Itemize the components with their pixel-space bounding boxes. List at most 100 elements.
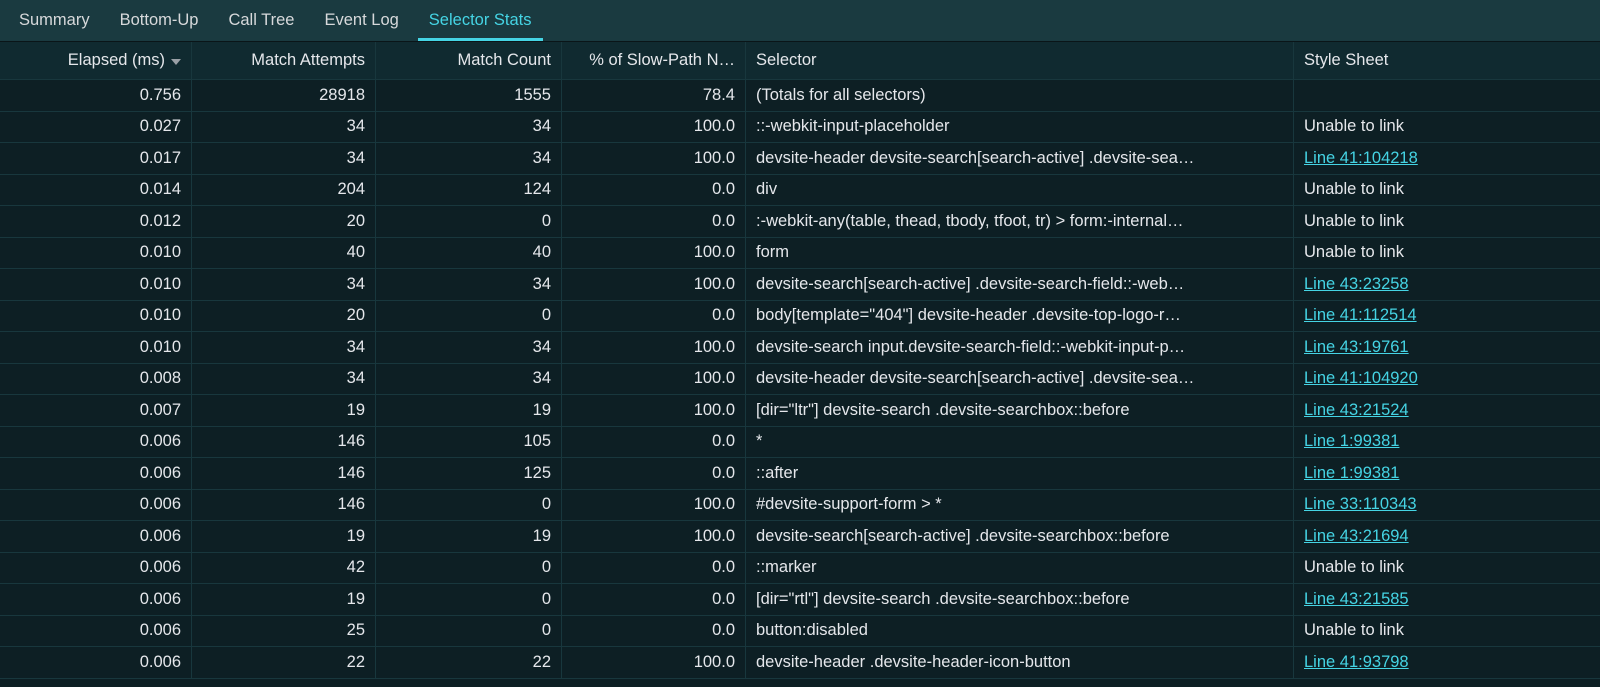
cell-elapsed-value: 0.007 [140, 401, 181, 420]
tab-label: Bottom-Up [120, 11, 199, 30]
cell-attempts: 146 [192, 490, 376, 522]
cell-selector: div [746, 175, 1294, 207]
cell-stylesheet: Line 43:21585 [1294, 584, 1600, 616]
stylesheet-link[interactable]: Line 33:110343 [1304, 495, 1417, 514]
cell-attempts: 34 [192, 364, 376, 396]
cell-slow: 78.4 [562, 80, 746, 112]
cell-slow: 100.0 [562, 364, 746, 396]
cell-selector-value: * [756, 432, 762, 451]
sort-descending-icon [171, 59, 181, 65]
table-row[interactable]: 0.0071919100.0[dir="ltr"] devsite-search… [0, 395, 1600, 427]
cell-count: 0 [376, 301, 562, 333]
cell-selector-value: devsite-search[search-active] .devsite-s… [756, 275, 1184, 294]
table-row[interactable]: 0.0061460100.0#devsite-support-form > *L… [0, 490, 1600, 522]
cell-stylesheet: Line 41:93798 [1294, 647, 1600, 679]
table-row[interactable]: 0.0122000.0:-webkit-any(table, thead, tb… [0, 206, 1600, 238]
cell-attempts-value: 146 [337, 464, 365, 483]
cell-selector: devsite-search input.devsite-search-fiel… [746, 332, 1294, 364]
cell-selector: (Totals for all selectors) [746, 80, 1294, 112]
cell-attempts: 146 [192, 427, 376, 459]
cell-count-value: 0 [542, 306, 551, 325]
stylesheet-link[interactable]: Line 41:112514 [1304, 306, 1417, 325]
tab-event-log[interactable]: Event Log [309, 0, 413, 41]
table-row[interactable]: 0.0062222100.0devsite-header .devsite-he… [0, 647, 1600, 679]
cell-count: 40 [376, 238, 562, 270]
cell-slow-value: 100.0 [694, 149, 735, 168]
cell-selector-value: body[template="404"] devsite-header .dev… [756, 306, 1181, 325]
column-header-sheet[interactable]: Style Sheet [1294, 42, 1600, 80]
cell-count-value: 0 [542, 590, 551, 609]
cell-selector: devsite-header devsite-search[search-act… [746, 364, 1294, 396]
cell-stylesheet: Unable to link [1294, 238, 1600, 270]
cell-selector-value: #devsite-support-form > * [756, 495, 942, 514]
stylesheet-link[interactable]: Line 41:104920 [1304, 369, 1418, 388]
column-header-slow[interactable]: % of Slow-Path N… [562, 42, 746, 80]
cell-elapsed: 0.007 [0, 395, 192, 427]
table-row[interactable]: 0.0083434100.0devsite-header devsite-sea… [0, 364, 1600, 396]
tab-label: Event Log [324, 11, 398, 30]
cell-count-value: 19 [533, 527, 551, 546]
column-header-count[interactable]: Match Count [376, 42, 562, 80]
cell-attempts: 19 [192, 521, 376, 553]
table-row[interactable]: 0.0062500.0button:disabledUnable to link [0, 616, 1600, 648]
cell-elapsed-value: 0.006 [140, 527, 181, 546]
cell-elapsed: 0.006 [0, 553, 192, 585]
cell-selector: devsite-header devsite-search[search-act… [746, 143, 1294, 175]
table-row[interactable]: 0.0102000.0body[template="404"] devsite-… [0, 301, 1600, 333]
cell-count-value: 105 [523, 432, 551, 451]
column-header-elapsed[interactable]: Elapsed (ms) [0, 42, 192, 80]
column-header-selector[interactable]: Selector [746, 42, 1294, 80]
table-row[interactable]: 0.0061461250.0::afterLine 1:99381 [0, 458, 1600, 490]
cell-count: 34 [376, 332, 562, 364]
cell-slow: 0.0 [562, 301, 746, 333]
cell-elapsed-value: 0.010 [140, 243, 181, 262]
table-row[interactable]: 0.0061919100.0devsite-search[search-acti… [0, 521, 1600, 553]
cell-attempts: 204 [192, 175, 376, 207]
cell-slow-value: 0.0 [712, 306, 735, 325]
tab-summary[interactable]: Summary [4, 0, 105, 41]
cell-elapsed-value: 0.006 [140, 590, 181, 609]
cell-count-value: 0 [542, 495, 551, 514]
table-row[interactable]: 0.0061900.0[dir="rtl"] devsite-search .d… [0, 584, 1600, 616]
column-header-label: Style Sheet [1304, 51, 1388, 70]
stylesheet-link[interactable]: Line 1:99381 [1304, 432, 1399, 451]
cell-attempts-value: 146 [337, 495, 365, 514]
table-row[interactable]: 0.0061461050.0*Line 1:99381 [0, 427, 1600, 459]
table-row[interactable]: 0.0273434100.0::-webkit-input-placeholde… [0, 112, 1600, 144]
table-row[interactable]: 0.75628918155578.4(Totals for all select… [0, 80, 1600, 112]
cell-elapsed: 0.010 [0, 332, 192, 364]
table-row[interactable]: 0.0142041240.0divUnable to link [0, 175, 1600, 207]
tab-label: Summary [19, 11, 90, 30]
cell-elapsed: 0.006 [0, 584, 192, 616]
table-row[interactable]: 0.0064200.0::markerUnable to link [0, 553, 1600, 585]
column-header-attempts[interactable]: Match Attempts [192, 42, 376, 80]
stylesheet-link[interactable]: Line 43:21524 [1304, 401, 1409, 420]
stylesheet-link[interactable]: Line 41:93798 [1304, 653, 1409, 672]
cell-count-value: 0 [542, 212, 551, 231]
tab-label: Call Tree [228, 11, 294, 30]
stylesheet-link[interactable]: Line 43:23258 [1304, 275, 1409, 294]
stylesheet-link[interactable]: Line 1:99381 [1304, 464, 1399, 483]
cell-slow: 100.0 [562, 238, 746, 270]
table-row[interactable]: 0.0104040100.0formUnable to link [0, 238, 1600, 270]
table-row[interactable]: 0.0173434100.0devsite-header devsite-sea… [0, 143, 1600, 175]
cell-slow-value: 0.0 [712, 621, 735, 640]
selector-stats-table: Elapsed (ms) Match Attempts Match Count … [0, 42, 1600, 679]
cell-selector-value: (Totals for all selectors) [756, 86, 926, 105]
cell-selector-value: devsite-header devsite-search[search-act… [756, 369, 1194, 388]
cell-elapsed-value: 0.006 [140, 558, 181, 577]
stylesheet-link[interactable]: Line 41:104218 [1304, 149, 1418, 168]
table-header-row: Elapsed (ms) Match Attempts Match Count … [0, 42, 1600, 80]
cell-attempts: 20 [192, 301, 376, 333]
tab-bottom-up[interactable]: Bottom-Up [105, 0, 214, 41]
stylesheet-link[interactable]: Line 43:21694 [1304, 527, 1409, 546]
stylesheet-link[interactable]: Line 43:19761 [1304, 338, 1409, 357]
cell-attempts-value: 20 [347, 212, 365, 231]
cell-elapsed: 0.006 [0, 616, 192, 648]
tab-selector-stats[interactable]: Selector Stats [414, 0, 547, 41]
cell-count: 0 [376, 616, 562, 648]
table-row[interactable]: 0.0103434100.0devsite-search[search-acti… [0, 269, 1600, 301]
stylesheet-link[interactable]: Line 43:21585 [1304, 590, 1409, 609]
table-row[interactable]: 0.0103434100.0devsite-search input.devsi… [0, 332, 1600, 364]
tab-call-tree[interactable]: Call Tree [213, 0, 309, 41]
